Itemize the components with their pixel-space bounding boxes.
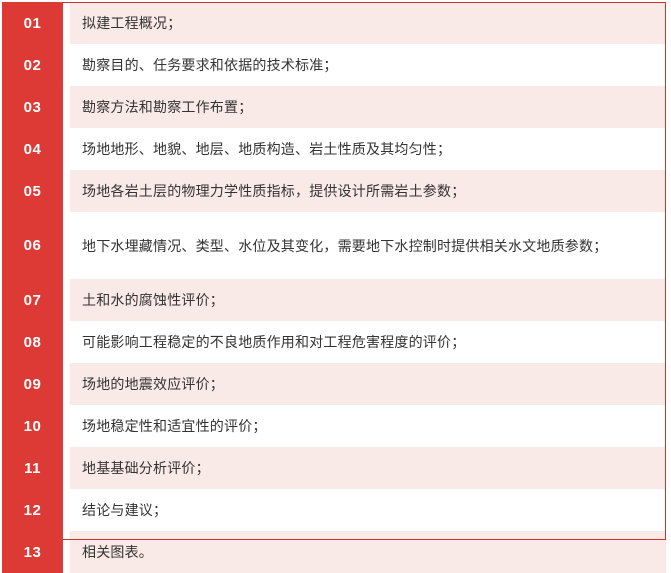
row-number: 01 (2, 2, 63, 44)
table-row: 02 勘察目的、任务要求和依据的技术标准； (2, 44, 666, 86)
content-right-border (665, 2, 666, 540)
numbered-list-table: 01 拟建工程概况； 02 勘察目的、任务要求和依据的技术标准； 03 勘察方法和勘察工作… (2, 2, 666, 573)
row-number: 09 (2, 363, 63, 405)
table-row: 10 场地稳定性和适宜性的评价； (2, 405, 666, 447)
row-divider-gap (63, 2, 70, 44)
row-divider-gap (63, 170, 70, 212)
row-number: 03 (2, 86, 63, 128)
table-row: 03 勘察方法和勘察工作布置； (2, 86, 666, 128)
row-number: 12 (2, 489, 63, 531)
row-text: 地基基础分析评价； (70, 447, 666, 489)
table-row: 12 结论与建议； (2, 489, 666, 531)
row-number: 04 (2, 128, 63, 170)
row-number: 13 (2, 531, 63, 573)
row-divider-gap (63, 279, 70, 321)
content-top-border (63, 2, 666, 3)
row-text: 场地各岩土层的物理力学性质指标，提供设计所需岩土参数； (70, 170, 666, 212)
row-text: 勘察目的、任务要求和依据的技术标准； (70, 44, 666, 86)
table-rows: 01 拟建工程概况； 02 勘察目的、任务要求和依据的技术标准； 03 勘察方法和勘察工作… (2, 2, 666, 573)
table-row: 01 拟建工程概况； (2, 2, 666, 44)
row-number: 07 (2, 279, 63, 321)
row-divider-gap (63, 44, 70, 86)
row-divider-gap (63, 321, 70, 363)
table-row: 13 相关图表。 (2, 531, 666, 573)
row-text: 相关图表。 (70, 531, 666, 573)
row-text: 场地稳定性和适宜性的评价； (70, 405, 666, 447)
row-text: 结论与建议； (70, 489, 666, 531)
row-text: 场地地形、地貌、地层、地质构造、岩土性质及其均匀性； (70, 128, 666, 170)
table-row: 09 场地的地震效应评价； (2, 363, 666, 405)
row-text: 拟建工程概况； (70, 2, 666, 44)
content-bottom-border (63, 539, 666, 540)
row-text: 场地的地震效应评价； (70, 363, 666, 405)
row-divider-gap (63, 405, 70, 447)
row-divider-gap (63, 86, 70, 128)
row-divider-gap (63, 531, 70, 573)
row-text: 地下水埋藏情况、类型、水位及其变化，需要地下水控制时提供相关水文地质参数； (70, 212, 666, 279)
row-divider-gap (63, 489, 70, 531)
table-row: 07 土和水的腐蚀性评价； (2, 279, 666, 321)
row-number: 08 (2, 321, 63, 363)
row-divider-gap (63, 128, 70, 170)
row-text: 土和水的腐蚀性评价； (70, 279, 666, 321)
row-divider-gap (63, 447, 70, 489)
row-number: 05 (2, 170, 63, 212)
table-row: 05 场地各岩土层的物理力学性质指标，提供设计所需岩土参数； (2, 170, 666, 212)
table-row: 04 场地地形、地貌、地层、地质构造、岩土性质及其均匀性； (2, 128, 666, 170)
row-divider-gap (63, 212, 70, 279)
table-row: 06 地下水埋藏情况、类型、水位及其变化，需要地下水控制时提供相关水文地质参数； (2, 212, 666, 279)
row-number: 10 (2, 405, 63, 447)
table-row: 11 地基基础分析评价； (2, 447, 666, 489)
row-number: 11 (2, 447, 63, 489)
row-number: 06 (2, 212, 63, 279)
row-number: 02 (2, 44, 63, 86)
table-row: 08 可能影响工程稳定的不良地质作用和对工程危害程度的评价； (2, 321, 666, 363)
row-text: 勘察方法和勘察工作布置； (70, 86, 666, 128)
row-divider-gap (63, 363, 70, 405)
row-text: 可能影响工程稳定的不良地质作用和对工程危害程度的评价； (70, 321, 666, 363)
